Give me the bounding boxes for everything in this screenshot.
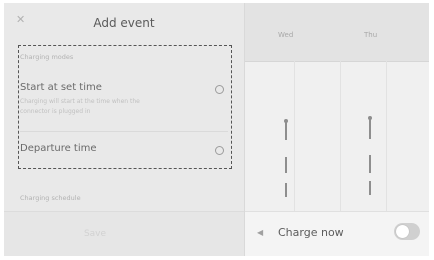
- radio-button[interactable]: [215, 85, 224, 94]
- charge-now-bar: ◀ Charge now: [244, 211, 429, 256]
- day-label-wed: Wed: [278, 31, 294, 39]
- column-divider: [340, 61, 341, 211]
- divider: [20, 131, 228, 132]
- schedule-section-label: Charging schedule: [20, 194, 81, 202]
- add-event-dialog: ✕ Add event Charging modes Start at set …: [4, 3, 245, 256]
- section-label: Charging modes: [20, 53, 74, 61]
- charge-now-toggle[interactable]: [394, 223, 420, 240]
- schedule-header: Wed Thu: [244, 3, 429, 62]
- screen: Wed Thu ◀ Charge now ✕ Add event Chargin…: [4, 3, 429, 256]
- radio-button[interactable]: [215, 146, 224, 155]
- column-divider: [386, 61, 387, 211]
- save-bar: Save: [4, 211, 244, 256]
- day-label-thu: Thu: [364, 31, 378, 39]
- option-description: Charging will start at the time when the…: [20, 98, 140, 115]
- toggle-knob: [396, 225, 409, 238]
- charge-now-label: Charge now: [278, 226, 344, 239]
- dialog-title: Add event: [93, 16, 155, 30]
- option-label: Start at set time: [20, 82, 102, 93]
- option-label: Departure time: [20, 143, 97, 154]
- chevron-left-icon[interactable]: ◀: [257, 228, 263, 237]
- column-divider: [294, 61, 295, 211]
- save-button[interactable]: Save: [4, 212, 186, 256]
